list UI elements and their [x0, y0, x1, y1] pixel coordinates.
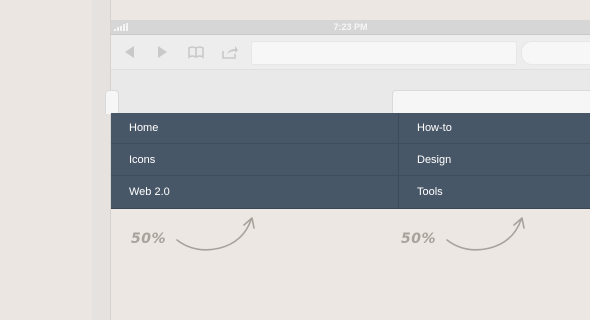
menu-column-left: Home Icons Web 2.0	[111, 113, 399, 208]
status-bar: 7:23 PM	[111, 20, 590, 35]
tab-left[interactable]	[105, 90, 119, 114]
menu-item-design[interactable]: Design	[399, 145, 590, 176]
nav-menu: Home Icons Web 2.0 How-to Design Tools	[111, 113, 590, 209]
share-icon[interactable]	[221, 44, 239, 60]
device-frame	[92, 0, 111, 320]
page-background	[0, 0, 92, 320]
menu-item-how-to[interactable]: How-to	[399, 113, 590, 144]
tab-right[interactable]	[392, 90, 590, 114]
forward-icon[interactable]	[153, 44, 171, 60]
menu-item-web-2-0[interactable]: Web 2.0	[111, 177, 398, 208]
curved-arrow-icon	[446, 217, 525, 251]
menu-item-home[interactable]: Home	[111, 113, 398, 144]
url-field[interactable]	[251, 41, 517, 65]
tab-strip	[105, 70, 590, 114]
search-field[interactable]	[521, 41, 590, 65]
menu-item-tools[interactable]: Tools	[399, 177, 590, 208]
annotation-right-text: 50%	[401, 231, 437, 247]
bookmarks-icon[interactable]	[187, 44, 205, 60]
browser-toolbar	[111, 35, 590, 70]
status-time: 7:23 PM	[333, 22, 368, 32]
back-icon[interactable]	[121, 44, 139, 60]
menu-item-icons[interactable]: Icons	[111, 145, 398, 176]
annotation-left-text: 50%	[131, 231, 167, 247]
menu-column-right: How-to Design Tools	[399, 113, 590, 208]
curved-arrow-icon	[176, 217, 255, 251]
